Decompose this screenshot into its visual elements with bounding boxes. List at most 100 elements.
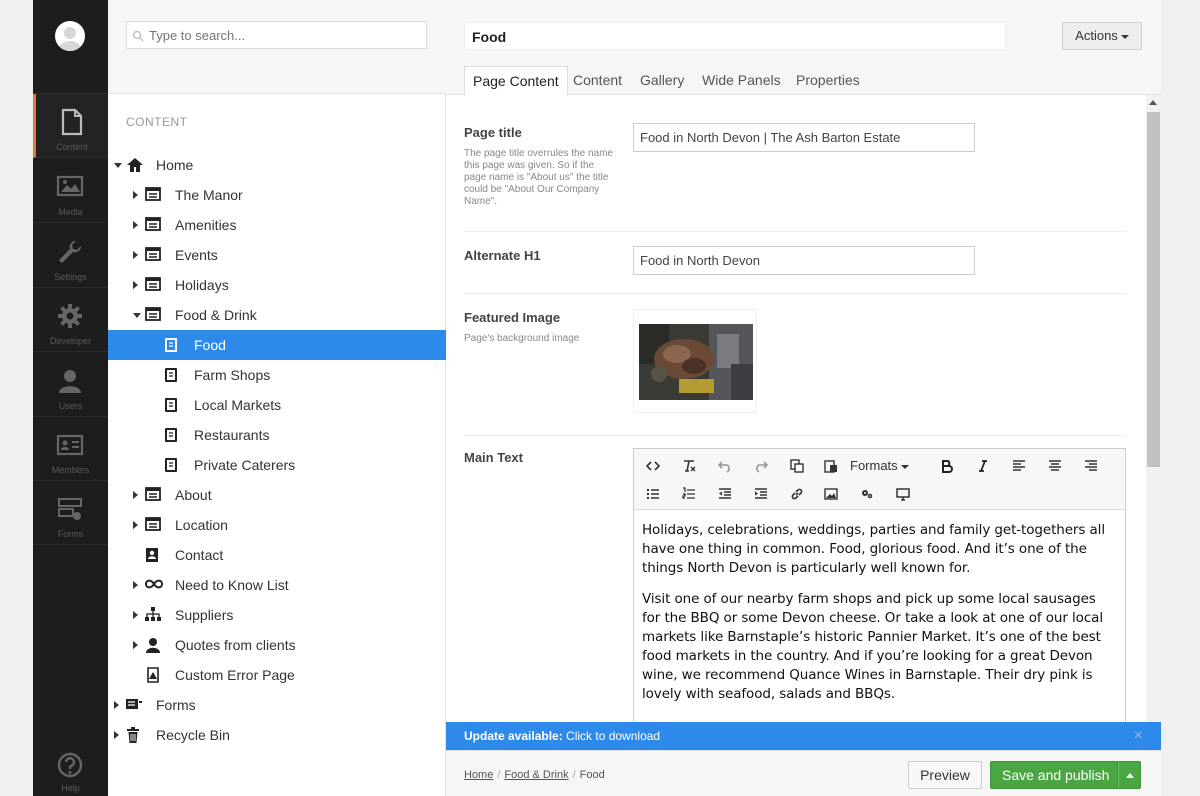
page-title-field[interactable]: Food in North Devon | The Ash Barton Est… <box>633 123 975 152</box>
alternate-h1-field[interactable]: Food in North Devon <box>633 246 975 275</box>
tree-node[interactable]: Home <box>108 150 446 180</box>
tab-gallery[interactable]: Gallery <box>632 66 692 95</box>
tree-node[interactable]: Contact <box>108 540 446 570</box>
macro-button[interactable] <box>852 481 882 507</box>
caret-right-icon[interactable] <box>133 521 138 529</box>
section-users[interactable]: Users <box>33 353 108 417</box>
prop-desc-page-title: The page title overrules the name this p… <box>464 148 613 207</box>
help-label: Help <box>61 783 80 793</box>
caret-down-icon[interactable] <box>133 313 141 318</box>
featured-image-picker[interactable] <box>633 309 757 413</box>
tab-content[interactable]: Content <box>565 66 630 95</box>
tree-node[interactable]: Restaurants <box>108 420 446 450</box>
user-avatar[interactable] <box>55 21 85 51</box>
indent-button[interactable] <box>746 481 776 507</box>
undo-button[interactable] <box>710 453 740 479</box>
node-name-input[interactable]: Food <box>464 22 1006 50</box>
numbered-list-button[interactable] <box>674 481 704 507</box>
section-label: Developer <box>49 336 92 346</box>
bullet-list-icon <box>647 489 659 499</box>
tree-node[interactable]: Holidays <box>108 270 446 300</box>
align-left-button[interactable] <box>1004 453 1034 479</box>
update-text: Click to download <box>562 729 661 743</box>
tree-node[interactable]: Local Markets <box>108 390 446 420</box>
tree-header <box>108 0 446 94</box>
editor-scrollbar[interactable] <box>1146 95 1161 722</box>
formats-label: Formats <box>850 458 898 473</box>
clear-format-button[interactable] <box>674 453 704 479</box>
tree-node[interactable]: The Manor <box>108 180 446 210</box>
section-settings[interactable]: Settings <box>33 224 108 288</box>
tree-node[interactable]: Farm Shops <box>108 360 446 390</box>
section-developer[interactable]: Developer <box>33 288 108 352</box>
caret-right-icon[interactable] <box>133 611 138 619</box>
tab-page-content[interactable]: Page Content <box>464 66 568 96</box>
caret-down-icon[interactable] <box>114 163 122 168</box>
preview-button[interactable]: Preview <box>908 761 982 789</box>
redo-button[interactable] <box>746 453 776 479</box>
embed-button[interactable] <box>888 481 918 507</box>
tree-node[interactable]: Suppliers <box>108 600 446 630</box>
caret-right-icon[interactable] <box>114 731 119 739</box>
align-center-button[interactable] <box>1040 453 1070 479</box>
caret-right-icon[interactable] <box>114 701 119 709</box>
help-button[interactable]: Help <box>33 748 108 796</box>
numbered-list-icon <box>682 487 695 499</box>
infinity-icon <box>144 577 164 595</box>
rte-content[interactable]: Holidays, celebrations, weddings, partie… <box>642 521 1116 716</box>
search-input[interactable] <box>149 22 419 48</box>
caret-right-icon[interactable] <box>133 221 138 229</box>
actions-button[interactable]: Actions <box>1062 22 1142 50</box>
outdent-button[interactable] <box>710 481 740 507</box>
tree-node-label: Amenities <box>175 217 237 233</box>
breadcrumb-food-drink[interactable]: Food & Drink <box>504 769 568 781</box>
help-icon <box>57 752 83 778</box>
italic-icon <box>979 460 987 472</box>
tree-node[interactable]: Food & Drink <box>108 300 446 330</box>
tree-node[interactable]: Recycle Bin <box>108 720 446 750</box>
tree-node[interactable]: Amenities <box>108 210 446 240</box>
italic-button[interactable] <box>968 453 998 479</box>
update-notification[interactable]: Update available: Click to download × <box>446 722 1161 750</box>
breadcrumb-home[interactable]: Home <box>464 769 493 781</box>
tree-node[interactable]: Custom Error Page <box>108 660 446 690</box>
tree-node[interactable]: Need to Know List <box>108 570 446 600</box>
scrollbar-thumb[interactable] <box>1147 112 1160 467</box>
scroll-up-arrow-icon[interactable] <box>1149 100 1157 105</box>
trash-icon <box>126 727 140 748</box>
bullet-list-button[interactable] <box>638 481 668 507</box>
section-media[interactable]: Media <box>33 159 108 223</box>
caret-right-icon[interactable] <box>133 281 138 289</box>
caret-right-icon[interactable] <box>133 641 138 649</box>
section-forms[interactable]: Forms <box>33 481 108 545</box>
tree-node[interactable]: Food <box>108 330 446 360</box>
tree-node[interactable]: Location <box>108 510 446 540</box>
tree-node[interactable]: Events <box>108 240 446 270</box>
caret-right-icon[interactable] <box>133 581 138 589</box>
code-icon <box>646 461 660 471</box>
paste-button[interactable] <box>816 453 846 479</box>
caret-right-icon[interactable] <box>133 251 138 259</box>
publish-options-button[interactable] <box>1118 761 1141 789</box>
align-right-button[interactable] <box>1076 453 1106 479</box>
source-code-button[interactable] <box>638 453 668 479</box>
caret-right-icon[interactable] <box>133 191 138 199</box>
close-icon[interactable]: × <box>1134 722 1143 750</box>
section-members[interactable]: Members <box>33 417 108 481</box>
tab-wide-panels[interactable]: Wide Panels <box>694 66 789 95</box>
link-button[interactable] <box>782 481 812 507</box>
insert-image-button[interactable] <box>816 481 846 507</box>
save-and-publish-button[interactable]: Save and publish <box>990 761 1118 789</box>
tree-node[interactable]: Quotes from clients <box>108 630 446 660</box>
formats-dropdown[interactable]: Formats <box>850 453 909 479</box>
copy-button[interactable] <box>782 453 812 479</box>
tree-node[interactable]: Forms <box>108 690 446 720</box>
tree-node[interactable]: Private Caterers <box>108 450 446 480</box>
forms-icon <box>58 498 82 520</box>
tree-node[interactable]: About <box>108 480 446 510</box>
section-content[interactable]: Content <box>33 94 108 158</box>
caret-right-icon[interactable] <box>133 491 138 499</box>
tab-properties[interactable]: Properties <box>788 66 868 95</box>
tree-node-label: Suppliers <box>175 607 234 623</box>
bold-button[interactable] <box>932 453 962 479</box>
